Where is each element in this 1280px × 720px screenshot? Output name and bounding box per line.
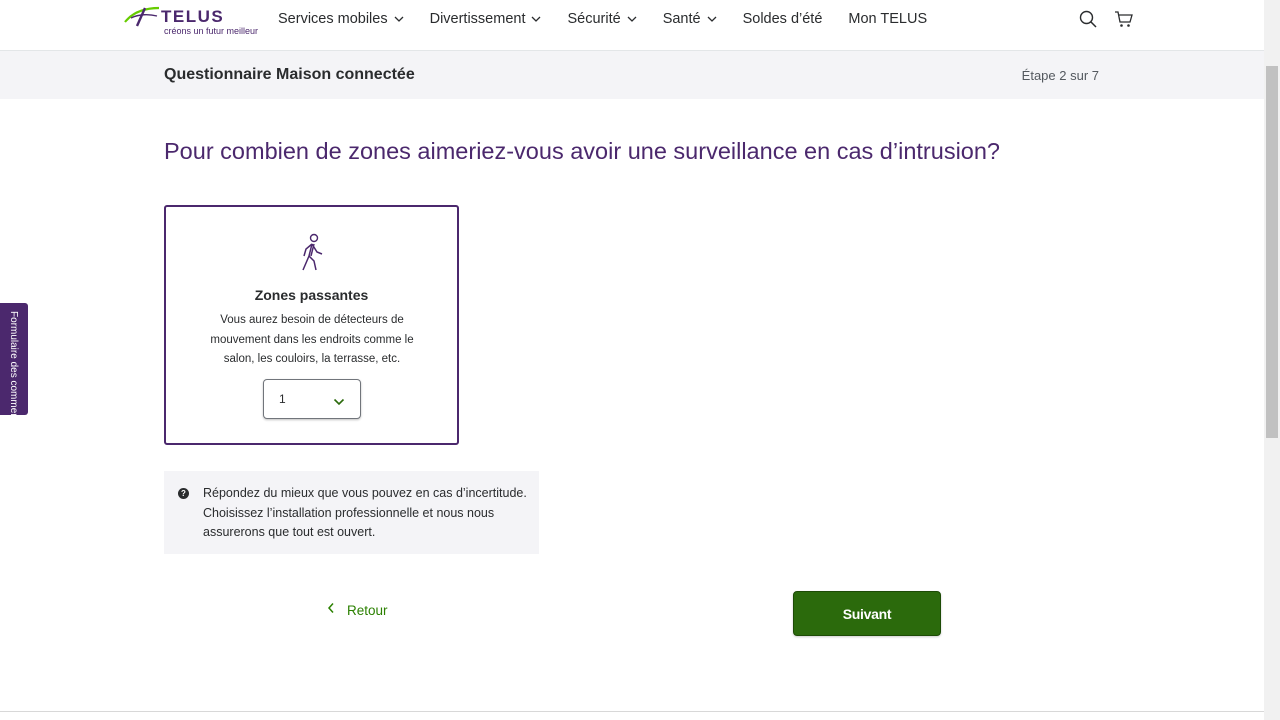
telus-logo[interactable]: TELUS créons un futur meilleur [123, 4, 259, 38]
nav-item-label: Sécurité [567, 11, 621, 27]
card-title: Zones passantes [254, 287, 369, 303]
nav-item-label: Divertissement [429, 11, 526, 27]
site-header: TELUS créons un futur meilleur Services … [0, 0, 1264, 51]
chevron-down-icon [627, 16, 637, 22]
chevron-down-icon [394, 16, 404, 22]
next-button[interactable]: Suivant [793, 591, 941, 636]
main-nav: Services mobiles Divertissement Sécurité… [278, 0, 953, 38]
chevron-down-icon [531, 16, 541, 22]
scrollbar-thumb[interactable] [1266, 66, 1278, 438]
telus-logo-mark-icon [124, 6, 160, 27]
feedback-tab-label: Formulaire des comment [8, 311, 19, 415]
select-value: 1 [279, 392, 286, 406]
questionnaire-progress-bar: Questionnaire Maison connectée Étape 2 s… [0, 51, 1264, 99]
back-link[interactable]: Retour [327, 601, 388, 619]
info-callout: ? Répondez du mieux que vous pouvez en c… [164, 471, 539, 554]
nav-item-sante[interactable]: Santé [663, 11, 717, 27]
search-icon[interactable] [1078, 9, 1098, 29]
step-indicator: Étape 2 sur 7 [1021, 68, 1099, 83]
card-description: Vous aurez besoin de détecteurs de mouve… [210, 314, 414, 365]
nav-item-securite[interactable]: Sécurité [567, 11, 637, 27]
chevron-down-icon [707, 16, 717, 22]
nav-item-soldes-ete[interactable]: Soldes d’été [743, 11, 823, 27]
zones-passantes-card[interactable]: Zones passantes Vous aurez besoin de dét… [164, 205, 459, 445]
page-scrollbar[interactable] [1264, 0, 1280, 720]
logo-tagline: créons un futur meilleur [164, 26, 259, 36]
nav-item-label: Mon TELUS [848, 11, 928, 27]
back-link-label: Retour [347, 602, 388, 618]
nav-item-mon-telus[interactable]: Mon TELUS [848, 11, 927, 27]
nav-item-services-mobiles[interactable]: Services mobiles [278, 11, 404, 27]
logo-wordmark: TELUS [161, 7, 225, 26]
nav-item-label: Services mobiles [278, 11, 388, 27]
nav-item-label: Soldes d’été [742, 11, 823, 27]
nav-item-label: Santé [662, 11, 701, 27]
question-heading: Pour combien de zones aimeriez-vous avoi… [164, 138, 1000, 164]
nav-item-divertissement[interactable]: Divertissement [430, 11, 542, 27]
zone-count-select[interactable]: 1 [263, 379, 361, 419]
feedback-tab[interactable]: Formulaire des comment [0, 303, 28, 415]
chevron-left-icon [327, 601, 335, 619]
footer-divider [0, 711, 1264, 712]
questionnaire-title: Questionnaire Maison connectée [164, 66, 415, 83]
info-text: Répondez du mieux que vous pouvez en cas… [203, 486, 527, 539]
walking-person-icon [297, 233, 327, 273]
question-circle-icon: ? [178, 488, 189, 499]
chevron-down-icon [333, 393, 345, 411]
cart-icon[interactable] [1114, 9, 1134, 29]
